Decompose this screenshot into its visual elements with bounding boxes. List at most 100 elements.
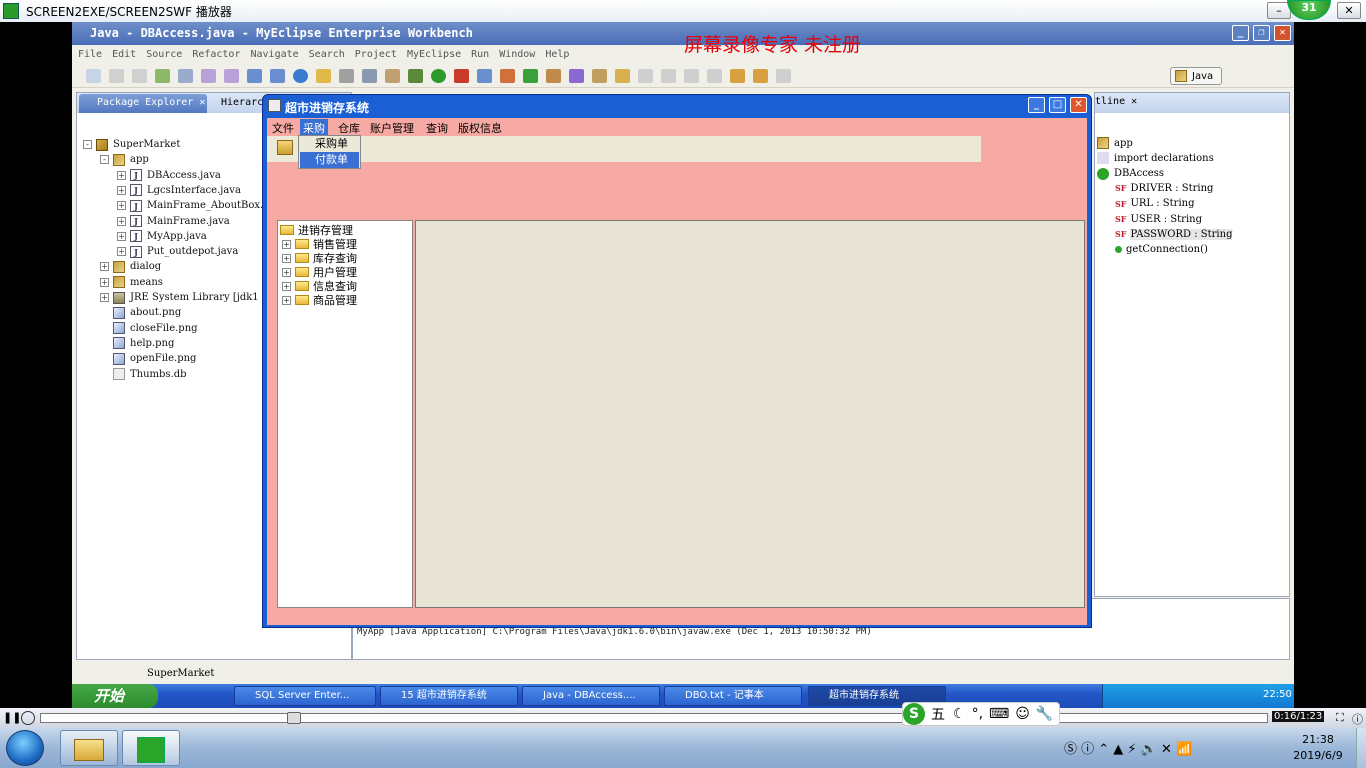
expand-icon[interactable]: +: [100, 277, 109, 287]
windows-start-orb-icon[interactable]: [6, 730, 44, 766]
outline-item[interactable]: app: [1097, 137, 1133, 149]
folder-icon[interactable]: [615, 68, 630, 83]
forward-icon[interactable]: [776, 68, 791, 83]
package-tree-item[interactable]: + J MainFrame.java: [117, 214, 230, 229]
expand-icon[interactable]: +: [282, 281, 291, 291]
run-ext-icon[interactable]: [454, 68, 469, 83]
menu-edit[interactable]: Edit: [112, 49, 136, 60]
package-tree-item[interactable]: - SuperMarket: [83, 137, 180, 152]
user-icon[interactable]: ☺: [1015, 706, 1030, 722]
seek-bar[interactable]: [40, 712, 1268, 724]
tab-package-explorer[interactable]: Package Explorer ✕: [79, 94, 207, 113]
package-tree-item[interactable]: + means: [100, 275, 163, 290]
save-icon[interactable]: [109, 68, 124, 83]
package-tree-item[interactable]: closeFile.png: [100, 321, 198, 336]
xp-task-java-eclipse[interactable]: Java - DBAccess....: [522, 686, 660, 706]
new-package-icon[interactable]: [500, 68, 515, 83]
seek-knob[interactable]: [287, 712, 301, 724]
tray-icons[interactable]: Ⓢ ⓘ ⌃ ▲ ⚡ 🔊 ✕ 📶: [1064, 738, 1192, 757]
menu-item-purchase-order[interactable]: 采购单: [300, 136, 359, 152]
outline-item[interactable]: getConnection(): [1115, 244, 1208, 255]
package-tree-item[interactable]: + J MyApp.java: [117, 229, 207, 244]
info-icon[interactable]: ⓘ: [1352, 711, 1363, 727]
app-menu-warehouse[interactable]: 仓库: [335, 119, 363, 135]
package-tree-item[interactable]: + J DBAccess.java: [117, 168, 221, 183]
server-icon[interactable]: [178, 68, 193, 83]
package-tree-item[interactable]: + JRE System Library [jdk1: [100, 290, 259, 305]
package-tree-item[interactable]: - app: [100, 152, 149, 167]
menu-search[interactable]: Search: [309, 49, 345, 60]
open-folder-icon[interactable]: [316, 68, 331, 83]
sogou-logo-icon[interactable]: S: [903, 703, 925, 725]
expand-icon[interactable]: +: [100, 293, 109, 302]
app-maximize-button[interactable]: □: [1049, 97, 1066, 113]
menu-run[interactable]: Run: [471, 49, 489, 60]
outline-item[interactable]: DBAccess: [1097, 167, 1164, 180]
app-menu-copyright[interactable]: 版权信息: [455, 119, 505, 135]
package-tree-item[interactable]: Thumbs.db: [100, 367, 187, 382]
java-perspective-button[interactable]: Java: [1170, 67, 1222, 85]
xp-task-supermarket-folder[interactable]: 15 超市进销存系统: [380, 686, 518, 706]
screen-player-taskbar-button[interactable]: [122, 730, 180, 766]
menu-navigate[interactable]: Navigate: [250, 49, 298, 60]
outline-item[interactable]: SF DRIVER : String: [1115, 183, 1213, 194]
menu-window[interactable]: Window: [499, 49, 535, 60]
menu-project[interactable]: Project: [355, 49, 397, 60]
menu-myeclipse[interactable]: MyEclipse: [407, 49, 461, 60]
moon-icon[interactable]: ☾: [953, 706, 966, 722]
expand-icon[interactable]: +: [117, 170, 126, 180]
menu-item-payment-order[interactable]: 付款单: [300, 152, 359, 168]
package-tree-item[interactable]: about.png: [100, 305, 181, 320]
screen-icon[interactable]: [362, 68, 377, 83]
package-tree-item[interactable]: + J MainFrame_AboutBox.ja: [117, 198, 272, 213]
menu-source[interactable]: Source: [146, 49, 182, 60]
expand-icon[interactable]: -: [100, 155, 109, 165]
run-icon[interactable]: [431, 68, 446, 83]
expand-icon[interactable]: +: [117, 216, 126, 226]
pen-icon[interactable]: [638, 68, 653, 83]
notification-badge[interactable]: 31: [1287, 0, 1331, 20]
search-tool-icon[interactable]: [569, 68, 584, 83]
expand-icon[interactable]: +: [282, 295, 291, 305]
package-tree-item[interactable]: + J LgcsInterface.java: [117, 183, 241, 198]
ime-mode[interactable]: 五: [931, 704, 945, 724]
app-minimize-button[interactable]: _: [1028, 97, 1045, 113]
expand-icon[interactable]: -: [83, 140, 92, 149]
pause-icon[interactable]: ❚❚: [3, 711, 21, 725]
outline-item[interactable]: SF URL : String: [1115, 198, 1194, 209]
show-desktop-button[interactable]: [1356, 728, 1366, 768]
bug-icon[interactable]: [408, 68, 423, 83]
wizard-icon[interactable]: [247, 68, 262, 83]
open-type-icon[interactable]: [546, 68, 561, 83]
menu-refactor[interactable]: Refactor: [192, 49, 240, 60]
app-close-button[interactable]: ✕: [1070, 97, 1087, 113]
menu-file[interactable]: File: [78, 49, 102, 60]
app-menu-query[interactable]: 查询: [423, 119, 451, 135]
tree-node-goods[interactable]: + 商品管理: [282, 292, 357, 308]
back-icon[interactable]: [753, 68, 768, 83]
package-tree-item[interactable]: help.png: [100, 336, 174, 351]
class-icon[interactable]: [270, 68, 285, 83]
prev-annotation-icon[interactable]: [707, 68, 722, 83]
eclipse-close-button[interactable]: ✕: [1274, 25, 1291, 41]
open-file-icon[interactable]: [277, 140, 293, 155]
explorer-taskbar-button[interactable]: [60, 730, 118, 766]
eclipse-maximize-button[interactable]: ❐: [1253, 25, 1270, 41]
menu-help[interactable]: Help: [545, 49, 569, 60]
xp-task-notepad[interactable]: DBO.txt - 记事本: [664, 686, 802, 706]
app-menu-file[interactable]: 文件: [269, 119, 297, 135]
fullscreen-icon[interactable]: ⛶: [1336, 711, 1344, 725]
outline-item[interactable]: SF USER : String: [1115, 214, 1202, 225]
win7-clock[interactable]: 21:38 2019/6/9: [1288, 732, 1348, 764]
browser-icon[interactable]: [224, 68, 239, 83]
outline-item[interactable]: import declarations: [1097, 152, 1214, 165]
task-icon[interactable]: [592, 68, 607, 83]
last-edit-icon[interactable]: [730, 68, 745, 83]
expand-icon[interactable]: +: [117, 231, 126, 241]
package-tree-item[interactable]: + dialog: [100, 259, 161, 274]
wrench-icon[interactable]: 🔧: [1036, 706, 1053, 722]
expand-icon[interactable]: +: [117, 201, 126, 211]
xp-task-sqlserver[interactable]: SQL Server Enter...: [234, 686, 376, 706]
expand-icon[interactable]: +: [100, 262, 109, 272]
expand-icon[interactable]: +: [117, 247, 126, 257]
